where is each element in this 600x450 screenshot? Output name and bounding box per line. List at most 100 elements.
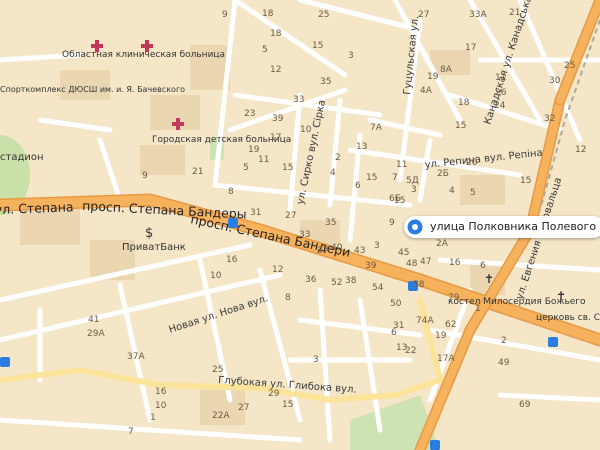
house-number: 6	[480, 261, 486, 271]
house-number: 19	[427, 72, 439, 82]
house-number: 10	[210, 271, 222, 281]
house-number: 33	[299, 230, 310, 240]
house-number: 41	[88, 315, 99, 325]
house-number: 52	[331, 278, 342, 288]
house-number: 31	[250, 208, 261, 218]
map-view[interactable]: ул. Степана просп. Степана Бандеры просп…	[0, 0, 600, 450]
location-marker-label[interactable]: улица Полковника Полевого	[404, 216, 600, 238]
house-number: 8	[228, 187, 234, 197]
house-number: 21	[192, 167, 203, 177]
house-number: 39	[365, 261, 377, 271]
house-number: 27	[418, 10, 429, 20]
house-number: 35	[320, 77, 331, 87]
house-number: 7	[128, 427, 134, 437]
house-number: 10	[300, 125, 312, 135]
house-number: 29	[268, 389, 280, 399]
poi-label-sport-complex[interactable]: Спорткомплекс ДЮСШ им. и. Я. Бачевского	[0, 85, 185, 94]
transit-stop-icon[interactable]	[228, 218, 238, 228]
house-number: 43	[354, 246, 365, 256]
house-number: 17А	[437, 354, 455, 364]
house-number: 11	[396, 160, 407, 170]
church-icon[interactable]: ✝	[484, 272, 494, 286]
house-number: 7А	[370, 123, 383, 133]
house-number: 13	[356, 142, 367, 152]
house-number: 7	[392, 173, 398, 183]
house-number: 48	[406, 259, 418, 269]
house-number: 18	[262, 9, 274, 19]
house-number: 9	[389, 218, 395, 228]
house-number: 27	[238, 403, 249, 413]
transit-stop-icon[interactable]	[430, 440, 440, 450]
house-number: 62	[445, 320, 456, 330]
house-number: 37А	[127, 352, 145, 362]
house-number: 49	[498, 358, 510, 368]
poi-label-church[interactable]: церковь св. Софии	[536, 313, 600, 323]
house-number: 1	[475, 304, 481, 314]
poi-label-stadium[interactable]: стадион	[0, 152, 44, 163]
house-number: 3	[348, 51, 354, 61]
house-number: 16	[155, 387, 167, 397]
house-number: 15	[282, 400, 293, 410]
house-number: 19	[435, 331, 447, 341]
church-icon[interactable]: ✝	[556, 289, 566, 303]
house-number: 26	[495, 88, 507, 98]
house-number: 4	[449, 186, 455, 196]
house-number: 16	[449, 258, 461, 268]
house-number: 21	[509, 8, 520, 18]
house-number: 15	[455, 121, 466, 131]
house-number: 6Б	[389, 194, 401, 204]
house-number: 36	[305, 275, 317, 285]
house-number: 12	[270, 65, 281, 75]
house-number: 2	[501, 336, 507, 346]
house-number: 29А	[87, 329, 105, 339]
house-number: 47	[420, 257, 431, 267]
house-number: 15	[366, 173, 377, 183]
house-number: 32	[544, 114, 555, 124]
house-number: 18	[270, 29, 282, 39]
house-number: 2Б	[437, 169, 449, 179]
house-number: 9	[142, 171, 148, 181]
poi-label-privatbank[interactable]: ПриватБанк	[122, 242, 186, 253]
bank-icon[interactable]: $	[145, 226, 153, 241]
house-number: 17	[270, 133, 281, 143]
house-number: 20	[466, 158, 478, 168]
house-number: 74А	[416, 316, 434, 326]
location-pin-icon[interactable]	[404, 216, 426, 238]
house-number: 1	[150, 413, 156, 423]
transit-stop-icon[interactable]	[548, 337, 558, 347]
transit-stop-icon[interactable]	[0, 357, 10, 367]
house-number: 3	[313, 355, 319, 365]
house-number: 8	[285, 293, 291, 303]
house-number: 3	[374, 241, 380, 251]
house-number: 9	[222, 10, 228, 20]
house-number: 2	[335, 153, 341, 163]
house-number: 5	[243, 163, 249, 173]
house-number: 16	[226, 255, 238, 265]
house-number: 24	[494, 101, 506, 111]
house-number: 15	[282, 163, 293, 173]
house-number: 58	[413, 280, 425, 290]
house-number: 69	[519, 400, 531, 410]
house-number: 54	[372, 283, 384, 293]
house-number: 79	[448, 293, 460, 303]
house-number: 38	[345, 276, 357, 286]
house-number: 22А	[212, 411, 230, 421]
house-number: 37	[317, 246, 328, 256]
house-number: 3	[411, 185, 417, 195]
house-number: 11	[495, 73, 506, 83]
house-number: 25	[212, 365, 223, 375]
house-number: 25	[564, 61, 575, 71]
house-number: 2А	[436, 239, 449, 249]
poi-label-oblast-hospital[interactable]: Областная клиническая больница	[62, 50, 225, 60]
house-number: 13	[396, 343, 407, 353]
house-number: 39	[272, 114, 284, 124]
house-number: 33А	[469, 10, 487, 20]
house-number: 10	[155, 401, 167, 411]
house-number: 4	[330, 168, 336, 178]
house-number: 33	[293, 95, 304, 105]
house-number: 12	[272, 265, 283, 275]
house-number: 25	[318, 10, 329, 20]
house-number: 35	[325, 218, 336, 228]
house-number: 6	[355, 181, 361, 191]
house-number: 15	[312, 41, 323, 51]
